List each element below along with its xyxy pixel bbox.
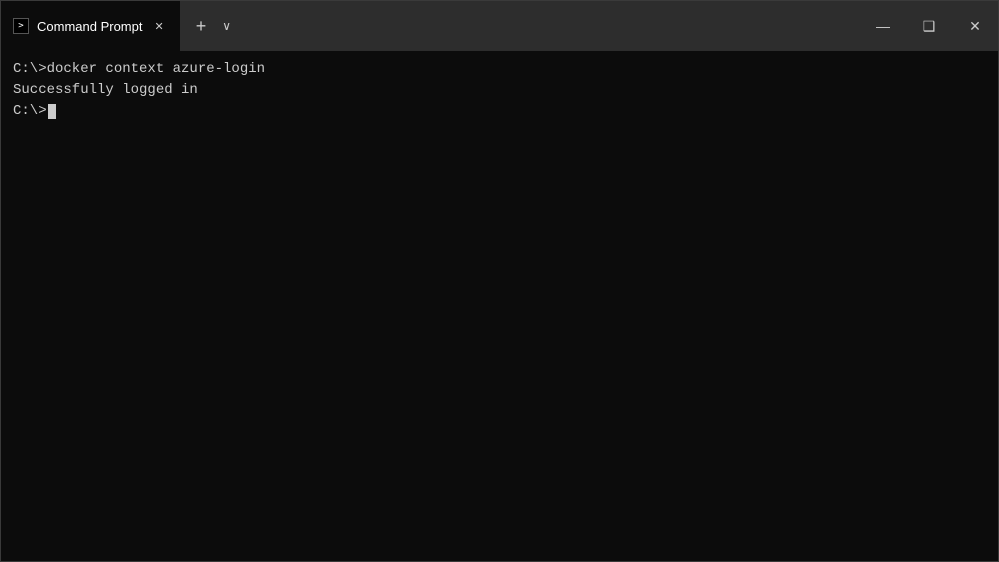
- terminal-line-1: C:\>docker context azure-login: [13, 59, 986, 80]
- active-tab[interactable]: Command Prompt ✕: [1, 1, 180, 51]
- terminal-cursor: [48, 104, 56, 119]
- terminal-prompt: C:\>: [13, 101, 47, 122]
- minimize-button[interactable]: —: [860, 1, 906, 51]
- maximize-button[interactable]: ❑: [906, 1, 952, 51]
- window-controls: — ❑ ✕: [860, 1, 998, 51]
- terminal-prompt-line: C:\>: [13, 101, 986, 122]
- terminal-body[interactable]: C:\>docker context azure-login Successfu…: [1, 51, 998, 561]
- tab-actions: + ∨: [180, 12, 247, 41]
- cmd-icon: [13, 18, 29, 34]
- tab-close-button[interactable]: ✕: [150, 18, 167, 35]
- terminal-line-2: Successfully logged in: [13, 80, 986, 101]
- tab-title: Command Prompt: [37, 19, 142, 34]
- new-tab-button[interactable]: +: [188, 12, 215, 41]
- tab-bar: Command Prompt ✕ + ∨: [1, 1, 860, 51]
- close-button[interactable]: ✕: [952, 1, 998, 51]
- title-bar: Command Prompt ✕ + ∨ — ❑ ✕: [1, 1, 998, 51]
- dropdown-button[interactable]: ∨: [214, 15, 239, 37]
- terminal-window: Command Prompt ✕ + ∨ — ❑ ✕ C:\>docker co…: [0, 0, 999, 562]
